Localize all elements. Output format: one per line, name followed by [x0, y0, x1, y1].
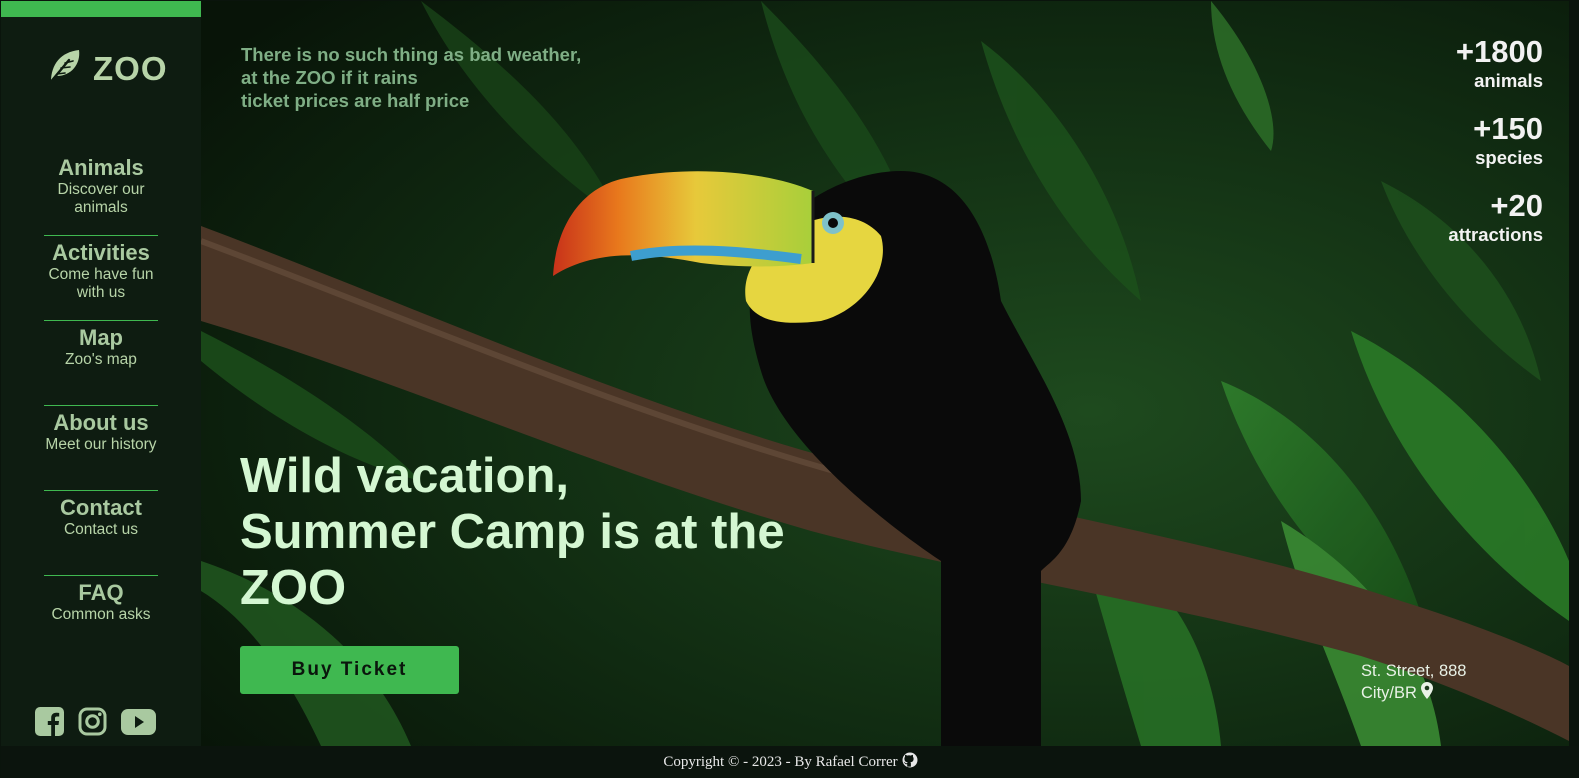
- stat-value: +20: [1490, 188, 1543, 223]
- nav-item-subtitle: Discover our animals: [57, 181, 145, 216]
- address: St. Street, 888 City/BR: [1361, 661, 1466, 705]
- github-icon[interactable]: [902, 752, 918, 773]
- nav-item-subtitle: Meet our history: [45, 436, 157, 453]
- page-frame: ZOO Animals Discover our animals Activit…: [0, 0, 1579, 778]
- logo[interactable]: ZOO: [45, 46, 168, 91]
- address-street: St. Street, 888: [1361, 662, 1467, 680]
- nav-item-title: Animals: [58, 155, 144, 180]
- nav-item-title: Activities: [52, 240, 150, 265]
- nav-item-map[interactable]: Map Zoo's map: [44, 321, 158, 406]
- stat-label: animals: [1474, 70, 1543, 91]
- hero-background-toucan-image: [201, 1, 1569, 746]
- stat-attractions: +20 attractions: [1448, 188, 1543, 246]
- hero-quote-line: at the ZOO if it rains: [241, 67, 418, 88]
- nav-item-subtitle: Common asks: [51, 606, 151, 623]
- map-pin-icon[interactable]: [1420, 682, 1433, 705]
- stat-value: +1800: [1455, 34, 1543, 69]
- sidebar: ZOO Animals Discover our animals Activit…: [1, 1, 201, 746]
- hero-section: There is no such thing as bad weather, a…: [201, 1, 1569, 746]
- nav-item-subtitle: Come have fun with us: [48, 266, 154, 301]
- hero-headline-line: Summer Camp is at the: [240, 505, 785, 559]
- stat-animals: +1800 animals: [1448, 34, 1543, 92]
- social-links: [35, 707, 156, 736]
- sidebar-accent-bar: [1, 1, 201, 17]
- buy-ticket-button[interactable]: Buy Ticket: [240, 646, 459, 694]
- nav-item-subtitle: Contact us: [63, 521, 139, 538]
- nav-item-about[interactable]: About us Meet our history: [44, 406, 158, 491]
- nav-item-animals[interactable]: Animals Discover our animals: [44, 151, 158, 236]
- nav-item-contact[interactable]: Contact Contact us: [44, 491, 158, 576]
- stat-value: +150: [1473, 111, 1543, 146]
- nav-item-title: About us: [53, 410, 149, 435]
- hero-headline: Wild vacation, Summer Camp is at the ZOO: [240, 448, 940, 616]
- leaf-icon: [45, 46, 85, 91]
- hero-quote-line: There is no such thing as bad weather,: [241, 44, 582, 65]
- right-edge-strip: [1569, 1, 1579, 778]
- nav-item-title: FAQ: [78, 580, 124, 605]
- youtube-icon[interactable]: [121, 708, 156, 735]
- nav-item-title: Map: [79, 325, 123, 350]
- stats-panel: +1800 animals +150 species +20 attractio…: [1448, 34, 1543, 265]
- sidebar-nav: Animals Discover our animals Activities …: [44, 151, 158, 661]
- nav-item-activities[interactable]: Activities Come have fun with us: [44, 236, 158, 321]
- address-city: City/BR: [1361, 684, 1417, 702]
- stat-label: species: [1475, 147, 1543, 168]
- stat-label: attractions: [1448, 224, 1543, 245]
- copyright-text: Copyright © - 2023 - By Rafael Correr: [663, 754, 898, 770]
- stat-species: +150 species: [1448, 111, 1543, 169]
- hero-quote-line: ticket prices are half price: [241, 90, 470, 111]
- nav-item-title: Contact: [60, 495, 142, 520]
- nav-item-subtitle: Zoo's map: [65, 351, 137, 368]
- facebook-icon[interactable]: [35, 707, 64, 736]
- address-city-row: City/BR: [1361, 682, 1466, 705]
- footer: Copyright © - 2023 - By Rafael Correr: [1, 746, 1579, 778]
- hero-headline-line: ZOO: [240, 561, 347, 615]
- hero-headline-line: Wild vacation,: [240, 449, 570, 503]
- hero-quote: There is no such thing as bad weather, a…: [241, 43, 581, 112]
- brand-name: ZOO: [93, 49, 168, 87]
- nav-item-faq[interactable]: FAQ Common asks: [44, 576, 158, 661]
- instagram-icon[interactable]: [78, 707, 107, 736]
